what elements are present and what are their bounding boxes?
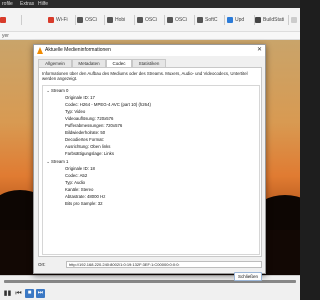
browser-tab-osci[interactable]: OSCi	[77, 12, 105, 28]
tab-label: SoftC	[205, 17, 218, 23]
menu-item-help[interactable]: Hilfe	[38, 0, 48, 8]
stream-header[interactable]: ⌄Stream 1	[45, 158, 68, 165]
tab-label: OSCi	[145, 17, 157, 23]
list-item: Originale ID: 18	[65, 166, 95, 171]
list-item: Bildwiederholrate: 50	[65, 130, 106, 135]
list-item: Abtastrate: 48000 Hz	[65, 194, 106, 199]
menu-item-profile[interactable]: rofile	[2, 0, 13, 8]
tab-favicon	[167, 17, 173, 23]
media-info-dialog: Aktuelle Medieninformationen ✕ Allgemein…	[33, 44, 266, 281]
list-item: Codec: H264 - MPEG-4 AVC (part 10) (h264…	[65, 102, 151, 107]
list-item: Ausrichtung: Oben links	[65, 144, 111, 149]
list-item: Decodiertes Format:	[65, 137, 104, 142]
next-icon[interactable]: ⏭	[36, 289, 45, 298]
tab-general[interactable]: Allgemein	[38, 59, 72, 67]
menu-bar: rofile Extras Hilfe	[0, 0, 300, 8]
tab-favicon	[107, 17, 113, 23]
close-icon[interactable]: ✕	[257, 45, 262, 56]
tab-favicon	[291, 17, 297, 23]
tab-label: OSCi	[85, 17, 97, 23]
close-button[interactable]: Schließen	[234, 272, 262, 281]
list-item: Typ: Audio	[65, 180, 86, 185]
list-item: Originale ID: 17	[65, 95, 95, 100]
tab-favicon	[197, 17, 203, 23]
tab-metadata[interactable]: Metadaten	[72, 59, 106, 67]
browser-tab[interactable]	[0, 12, 22, 28]
player-title: yer	[2, 33, 9, 39]
stream-label: Stream 0	[51, 88, 69, 93]
list-item: Farbsättigungslage: Links	[65, 151, 114, 156]
list-item: Codec: A52	[65, 173, 88, 178]
tab-favicon	[227, 17, 233, 23]
browser-tab-update[interactable]: Upd	[227, 12, 255, 28]
tab-label: OSCi	[175, 17, 187, 23]
dialog-title-bar: Aktuelle Medieninformationen ✕	[34, 45, 265, 56]
player-title-bar: yer	[0, 32, 300, 40]
dialog-title: Aktuelle Medieninformationen	[45, 47, 111, 53]
tab-statistics[interactable]: Statistiken	[132, 59, 166, 67]
tab-label: Wi-Fi	[56, 17, 68, 23]
previous-icon[interactable]: ⏮	[14, 289, 23, 298]
tab-label: BuildStati	[263, 17, 285, 23]
tab-favicon	[0, 17, 6, 23]
browser-tab-overflow[interactable]	[291, 12, 300, 28]
vlc-cone-icon	[37, 47, 43, 54]
list-item: Bits pro Sample: 32	[65, 201, 103, 206]
tab-favicon	[137, 17, 143, 23]
tab-favicon	[255, 17, 261, 23]
dialog-tabs: Allgemein Metadaten Codec Statistiken	[38, 59, 262, 68]
play-pause-icon[interactable]: ▮▮	[3, 289, 12, 298]
tab-label: Hobi	[115, 17, 126, 23]
browser-tab-osci-3[interactable]: OSCi	[167, 12, 195, 28]
list-item: Typ: Video	[65, 109, 86, 114]
stream-header[interactable]: ⌄Stream 0	[45, 87, 68, 94]
codec-description: Informationen über den Aufbau des Medium…	[42, 71, 248, 81]
location-field[interactable]: http://192.168.220.240:8002/1:0:19:132F:…	[66, 261, 262, 268]
codec-panel: Informationen über den Aufbau des Medium…	[38, 67, 262, 257]
stop-icon[interactable]: ■	[25, 289, 34, 298]
list-item: Kanäle: Stereo	[65, 187, 94, 192]
tab-favicon	[48, 17, 54, 23]
location-label: Ort:	[38, 262, 46, 267]
browser-tab-hobi[interactable]: Hobi	[107, 12, 135, 28]
stream-tree[interactable]: ⌄Stream 0 Originale ID: 17 Codec: H264 -…	[42, 85, 260, 255]
stream-label: Stream 1	[51, 159, 69, 164]
browser-tab-buildstatus[interactable]: BuildStati	[255, 12, 289, 28]
browser-tab-softc[interactable]: SoftC	[197, 12, 225, 28]
browser-tab-osci-2[interactable]: OSCi	[137, 12, 165, 28]
list-item: Videoauflösung: 720x576	[65, 116, 114, 121]
browser-tab-wifi[interactable]: Wi-Fi	[48, 12, 76, 28]
menu-item-extras[interactable]: Extras	[20, 0, 34, 8]
tab-favicon	[77, 17, 83, 23]
list-item: Pufferabmessungen: 720x576	[65, 123, 123, 128]
browser-tab-strip: Wi-Fi OSCi Hobi OSCi OSCi SoftC Upd Buil…	[0, 8, 300, 32]
tab-label: Upd	[235, 17, 245, 23]
